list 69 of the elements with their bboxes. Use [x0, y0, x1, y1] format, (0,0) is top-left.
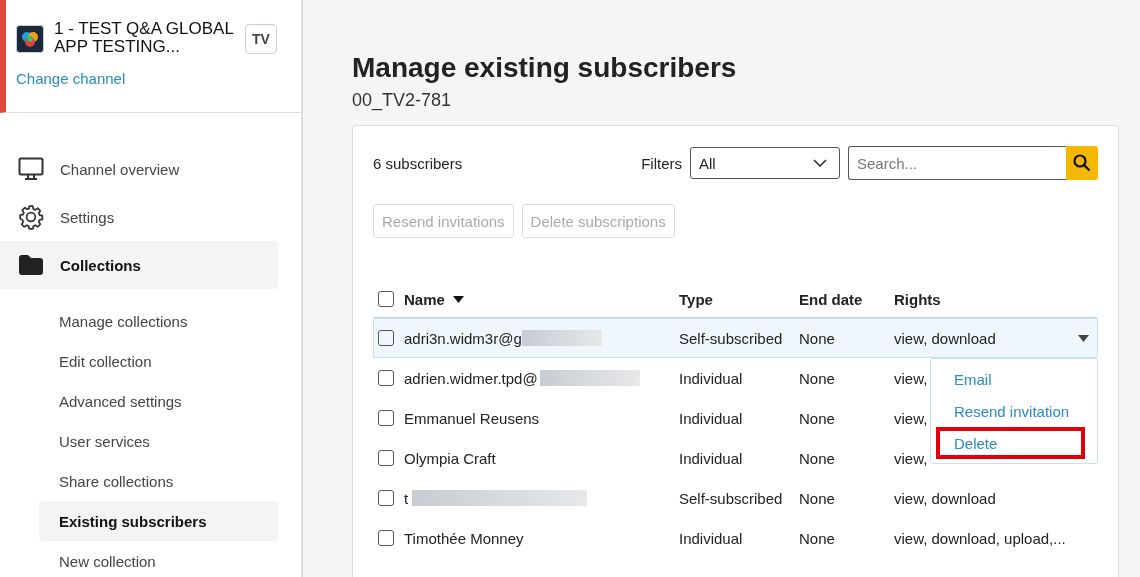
table-cell: view, download	[894, 329, 996, 347]
table-cell-text: None	[799, 409, 836, 427]
change-channel-link[interactable]: Change channel	[16, 70, 126, 87]
table-cell: t	[404, 489, 409, 507]
table-cell: view, download, upload,...	[894, 529, 1066, 547]
caret-down-icon[interactable]	[1078, 334, 1089, 342]
column-header: End date	[799, 290, 864, 308]
table-cell-text: None	[799, 529, 836, 547]
row-checkbox[interactable]	[378, 330, 394, 346]
table-cell-text: Self-subscribed	[679, 329, 784, 347]
page-title: Manage existing subscribers	[352, 52, 738, 84]
nav-item[interactable]: Channel overview	[0, 145, 278, 193]
table-cell: Timothée Monney	[404, 529, 524, 547]
table-cell-text: None	[799, 489, 836, 507]
subscriber-count: 6 subscribers	[373, 154, 463, 172]
table-cell-text: Individual	[679, 449, 744, 467]
logo-icon	[16, 25, 44, 53]
menu-item[interactable]: Resend invitation	[936, 395, 1085, 427]
channel-name: 1 - TEST Q&A GLOBAL APP TESTING...	[54, 20, 234, 56]
table-cell: view,	[894, 449, 928, 467]
filter-dropdown[interactable]: All	[690, 147, 840, 179]
table-cell: view, download	[894, 489, 996, 507]
table-cell: view,	[894, 409, 928, 427]
page-subtitle: 00_TV2-781	[352, 90, 453, 111]
subnav-item[interactable]: New collection	[39, 541, 278, 577]
table-cell: Olympia Craft	[404, 449, 496, 467]
search-button[interactable]	[1066, 146, 1098, 180]
table-cell-text: Self-subscribed	[679, 489, 784, 507]
subnav-item[interactable]: Edit collection	[39, 341, 278, 381]
table-cell-text: None	[799, 329, 836, 347]
table-cell: adri3n.widm3r@g	[404, 329, 522, 347]
filters-label: Filters	[641, 154, 682, 172]
table-row[interactable]: Timothée Monney Individual None view, download, upload,...	[373, 518, 1098, 558]
subnav-item[interactable]: Share collections	[39, 461, 278, 501]
menu-item[interactable]: Delete	[936, 427, 1085, 459]
select-all-checkbox[interactable]	[378, 291, 394, 307]
channel-type-badge: TV	[245, 24, 277, 54]
table-cell-text: Individual	[679, 369, 744, 387]
column-header: Type	[679, 290, 714, 308]
folder-icon	[18, 254, 44, 276]
search-field[interactable]: Search...	[848, 146, 1066, 180]
monitor-icon	[18, 157, 44, 181]
column-header[interactable]: Name	[404, 290, 445, 308]
table-row[interactable]: adri3n.widm3r@g Self-subscribed None view, download	[373, 318, 1098, 358]
table-cell-text: Individual	[679, 409, 744, 427]
row-checkbox[interactable]	[378, 370, 394, 386]
menu-item[interactable]: Email	[936, 363, 1085, 395]
subnav-item[interactable]: Existing subscribers	[39, 501, 278, 541]
search-icon	[1073, 154, 1091, 172]
nav-item[interactable]: Settings	[0, 193, 278, 241]
table-cell-text: None	[799, 369, 836, 387]
settings-icon	[18, 204, 44, 230]
table-cell: adrien.widmer.tpd@	[404, 369, 538, 387]
table-cell: view,	[894, 369, 928, 387]
nav-item[interactable]: Collections	[0, 241, 278, 289]
row-checkbox[interactable]	[378, 410, 394, 426]
table-cell-text: Individual	[679, 529, 744, 547]
table-cell: Emmanuel Reusens	[404, 409, 540, 427]
row-checkbox[interactable]	[378, 450, 394, 466]
column-header: Rights	[894, 290, 941, 308]
subnav-item[interactable]: Manage collections	[39, 301, 278, 341]
row-checkbox[interactable]	[378, 490, 394, 506]
table-row[interactable]: t Self-subscribed None view, download	[373, 478, 1098, 518]
sort-down-icon[interactable]	[452, 295, 464, 303]
table-cell-text: None	[799, 449, 836, 467]
subnav-item[interactable]: User services	[39, 421, 278, 461]
chevron-down-icon	[813, 159, 827, 167]
subnav-item[interactable]: Advanced settings	[39, 381, 278, 421]
row-checkbox[interactable]	[378, 530, 394, 546]
